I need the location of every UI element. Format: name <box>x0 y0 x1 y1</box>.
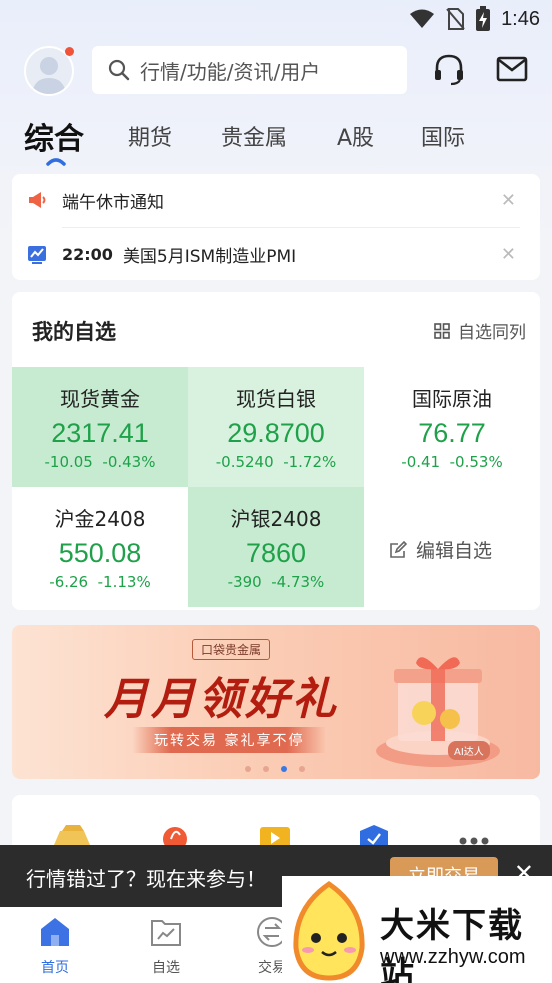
carousel-dot[interactable] <box>299 766 305 772</box>
close-icon[interactable]: ✕ <box>501 244 516 265</box>
mail-icon[interactable] <box>495 52 529 86</box>
notice-text: 美国5月ISM制造业PMI <box>122 246 297 267</box>
flame-icon[interactable] <box>162 825 188 847</box>
watermark-url: www.zzhyw.com <box>380 946 526 968</box>
notification-dot <box>65 47 74 56</box>
megaphone-icon <box>29 192 46 208</box>
home-icon <box>41 918 69 946</box>
headset-icon[interactable] <box>432 52 466 86</box>
quote-name: 现货白银 <box>236 387 316 411</box>
notice-list: 端午休市通知 ✕ 22:00 美国5月ISM制造业PMI ✕ <box>12 174 540 280</box>
banner-tag: AI达人 <box>448 741 490 760</box>
user-avatar-icon <box>32 57 66 94</box>
battery-charging-icon <box>476 6 491 31</box>
edit-watchlist-label: 编辑自选 <box>416 540 493 562</box>
carousel-dot-active[interactable] <box>281 766 287 772</box>
notice-time: 22:00 <box>62 244 113 264</box>
banner-title: 月月领好礼 <box>104 674 339 725</box>
nav-home[interactable]: 首页 <box>15 915 95 977</box>
quote-change: -0.5240 <box>215 453 274 471</box>
tab-futures[interactable]: 期货 <box>128 120 172 152</box>
watermark-title: 大米下载站 <box>380 906 524 983</box>
rice-mascot-logo <box>293 880 365 981</box>
tab-precious-metals[interactable]: 贵金属 <box>221 120 287 152</box>
active-tab-indicator <box>46 158 66 166</box>
chart-icon <box>28 246 46 264</box>
more-icon[interactable] <box>458 837 490 845</box>
quote-price: 29.8700 <box>227 418 325 448</box>
notice-item[interactable]: 22:00 美国5月ISM制造业PMI ✕ <box>12 228 540 280</box>
quote-cell[interactable]: 沪金2408 550.08 -6.26 -1.13% <box>12 487 188 607</box>
quote-cell[interactable]: 沪银2408 7860 -390 -4.73% <box>188 487 364 607</box>
watchlist-same-button[interactable]: 自选同列 <box>434 318 526 343</box>
edit-watchlist-button[interactable]: 编辑自选 <box>388 536 492 563</box>
quote-percent: -1.72% <box>283 453 337 471</box>
quote-change: -0.41 <box>401 453 441 471</box>
quote-price: 2317.41 <box>51 418 149 448</box>
search-input[interactable]: 行情/功能/资讯/用户 <box>92 46 407 94</box>
toast-text: 行情错过了？现在来参与！ <box>26 867 266 891</box>
carousel-dot[interactable] <box>263 766 269 772</box>
quote-price: 76.77 <box>418 418 486 448</box>
tab-comprehensive[interactable]: 综合 <box>24 114 84 158</box>
quote-percent: -1.13% <box>97 573 151 591</box>
quote-price: 550.08 <box>58 538 142 568</box>
carousel-dots <box>245 766 305 772</box>
nav-label: 首页 <box>41 960 69 976</box>
quote-change: -6.26 <box>49 573 89 591</box>
quote-cell[interactable]: 现货白银 29.8700 -0.5240 -1.72% <box>188 367 364 487</box>
quote-name: 沪金2408 <box>54 507 146 531</box>
quote-cell[interactable]: 现货黄金 2317.41 -10.05 -0.43% <box>12 367 188 487</box>
edit-icon <box>390 540 408 558</box>
shield-check-icon[interactable] <box>358 825 390 847</box>
wifi-icon <box>410 9 435 28</box>
notice-text: 端午休市通知 <box>62 192 164 213</box>
quote-name: 现货黄金 <box>60 387 140 411</box>
banner-brand: 口袋贵金属 <box>192 639 271 660</box>
watermark: 大米下载站 www.zzhyw.com <box>282 876 552 983</box>
carousel-dot[interactable] <box>245 766 251 772</box>
quote-price: 7860 <box>245 538 307 568</box>
search-placeholder: 行情/功能/资讯/用户 <box>140 59 321 84</box>
category-tabs: 综合 期货 贵金属 A股 国际 <box>24 110 544 170</box>
gold-bars-icon[interactable] <box>50 825 94 847</box>
quote-change: -10.05 <box>44 453 93 471</box>
watchlist-same-label: 自选同列 <box>458 323 526 343</box>
tab-international[interactable]: 国际 <box>421 120 465 152</box>
grid-icon <box>434 322 450 339</box>
status-bar: 1:46 <box>0 0 552 38</box>
quote-change: -390 <box>227 573 262 591</box>
search-icon <box>108 59 130 81</box>
quote-percent: -0.53% <box>449 453 503 471</box>
close-icon[interactable]: ✕ <box>501 190 516 211</box>
quote-name: 国际原油 <box>412 387 492 411</box>
watchlist-title: 我的自选 <box>32 320 116 344</box>
tab-a-shares[interactable]: A股 <box>337 120 374 152</box>
watchlist-card: 我的自选 自选同列 现货黄金 2317.41 -10.05 -0.43% 现货白… <box>12 292 540 610</box>
banner-subtitle: 玩转交易 豪礼享不停 <box>132 727 327 753</box>
nav-label: 自选 <box>152 960 180 976</box>
quote-percent: -4.73% <box>271 573 325 591</box>
no-sim-icon <box>446 8 465 30</box>
quote-percent: -0.43% <box>102 453 156 471</box>
avatar[interactable] <box>24 46 74 96</box>
promo-banner[interactable]: 口袋贵金属 月月领好礼 玩转交易 豪礼享不停 AI达人 <box>12 625 540 779</box>
folder-chart-icon <box>151 920 181 946</box>
quote-cell[interactable]: 国际原油 76.77 -0.41 -0.53% <box>364 367 540 487</box>
quote-name: 沪银2408 <box>230 507 322 531</box>
nav-watchlist[interactable]: 自选 <box>126 915 206 977</box>
notice-item[interactable]: 端午休市通知 ✕ <box>12 174 540 226</box>
status-time: 1:46 <box>501 7 540 30</box>
play-icon[interactable] <box>260 825 290 847</box>
